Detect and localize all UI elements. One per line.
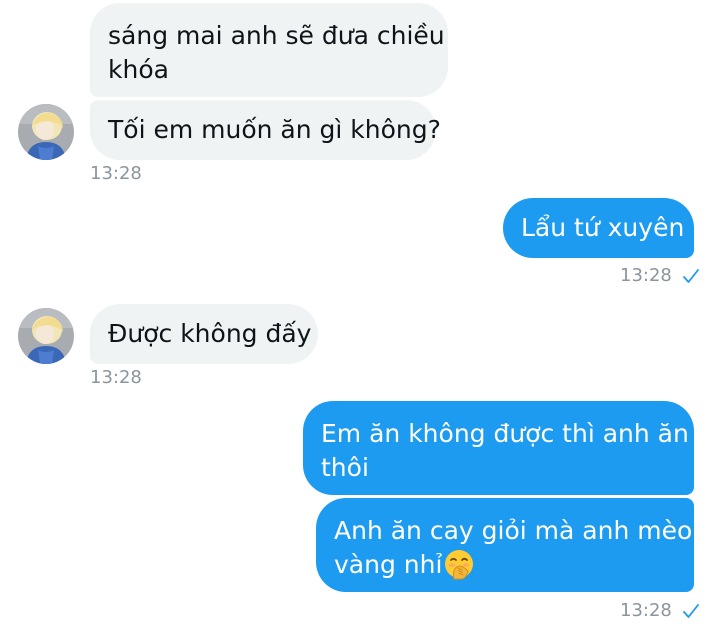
- incoming-message[interactable]: sáng mai anh sẽ đưa chiều khóa: [90, 3, 448, 97]
- outgoing-message[interactable]: Em ăn không được thì anh ăn thôi: [303, 401, 694, 495]
- outgoing-message[interactable]: Anh ăn cay giỏi mà anh mèo vàng nhỉ: [316, 498, 694, 592]
- incoming-message[interactable]: Tối em muốn ăn gì không?: [90, 100, 441, 160]
- message-line: Được không đấy: [108, 319, 312, 348]
- message-line: Anh ăn cay giỏi mà anh mèo: [334, 516, 693, 545]
- checkmark-icon: [682, 269, 699, 283]
- message-line: Tối em muốn ăn gì không?: [108, 115, 441, 144]
- avatar-image: [18, 308, 74, 364]
- message-timestamp: 13:28: [90, 163, 142, 184]
- checkmark-icon: [682, 604, 699, 618]
- hand-over-mouth-emoji: [445, 550, 474, 580]
- chat-thread: sáng mai anh sẽ đưa chiều khóa Tối em mu…: [0, 0, 720, 629]
- message-line: sáng mai anh sẽ đưa chiều: [108, 21, 445, 50]
- outgoing-message[interactable]: Lẩu tứ xuyên: [503, 198, 694, 258]
- avatar-image: [18, 104, 74, 160]
- message-line: vàng nhỉ: [334, 550, 443, 579]
- contact-avatar[interactable]: [18, 308, 74, 364]
- contact-avatar[interactable]: [18, 104, 74, 160]
- message-timestamp-row: 13:28: [620, 600, 700, 622]
- message-line: Em ăn không được thì anh ăn: [321, 419, 689, 448]
- message-timestamp: 13:28: [90, 367, 142, 388]
- message-line-with-emoji: vàng nhỉ: [334, 548, 676, 582]
- message-line: thôi: [321, 453, 369, 482]
- message-line: khóa: [108, 55, 169, 84]
- message-timestamp-row: 13:28: [620, 265, 700, 287]
- message-timestamp: 13:28: [620, 265, 672, 286]
- message-timestamp: 13:28: [620, 600, 672, 621]
- message-line: Lẩu tứ xuyên: [521, 213, 685, 242]
- incoming-message[interactable]: Được không đấy: [90, 304, 318, 364]
